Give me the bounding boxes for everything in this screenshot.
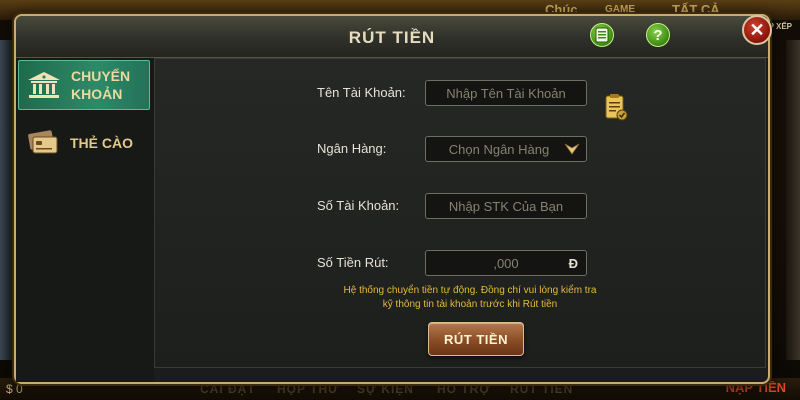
account-number-input[interactable]: Nhập STK Của Bạn <box>425 193 587 219</box>
tab-the-cao-label: THẺ CÀO <box>70 134 144 152</box>
sidebar: CHUYỂN KHOẢN THẺ CÀO <box>16 58 154 382</box>
tab-the-cao-line1: THẺ CÀO <box>70 135 133 151</box>
withdraw-submit-button[interactable]: RÚT TIỀN <box>428 322 524 356</box>
tab-chuyen-khoan-line1: CHUYỂN <box>71 68 131 84</box>
background-left-strip <box>0 40 14 360</box>
chevron-down-icon <box>564 143 580 155</box>
notice-line2: kỹ thông tin tài khoản trước khi Rút tiề… <box>382 299 558 310</box>
tab-chuyen-khoan[interactable]: CHUYỂN KHOẢN <box>18 60 150 110</box>
bank-icon <box>28 72 60 98</box>
withdraw-form-panel: Tên Tài Khoản: Nhập Tên Tài Khoản Ngân H… <box>154 58 766 368</box>
bank-select[interactable]: Chọn Ngân Hàng <box>425 136 587 162</box>
help-button[interactable]: ? <box>646 23 670 47</box>
amount-value: ,000 <box>493 255 519 271</box>
modal-header: RÚT TIỀN ? <box>16 16 768 58</box>
account-number-placeholder: Nhập STK Của Bạn <box>448 198 564 214</box>
bg-nav-hop-thu: HỘP THƯ <box>277 382 340 396</box>
background-right-strip <box>786 40 800 360</box>
tab-the-cao[interactable]: THẺ CÀO <box>18 118 150 168</box>
history-button[interactable] <box>590 23 614 47</box>
close-button[interactable]: ✕ <box>742 15 772 45</box>
history-list-icon <box>595 27 609 43</box>
tab-chuyen-khoan-line2: KHOẢN <box>71 86 123 102</box>
bg-nav-su-kien: SỰ KIỆN <box>357 382 414 396</box>
account-name-placeholder: Nhập Tên Tài Khoản <box>446 85 566 101</box>
bg-nav-rut-tien: RÚT TIỀN <box>510 382 574 396</box>
account-name-input[interactable]: Nhập Tên Tài Khoản <box>425 80 587 106</box>
bank-select-value: Chọn Ngân Hàng <box>448 141 550 157</box>
notice-line1: Hệ thống chuyển tiền tự động. Đồng chí v… <box>343 285 597 296</box>
bg-balance: $ 0 <box>6 382 23 396</box>
paste-clipboard-icon[interactable] <box>604 93 628 121</box>
amount-input[interactable]: ,000 Đ <box>425 250 587 276</box>
bg-nav-ho-tro: HỖ TRỢ <box>437 382 491 396</box>
tab-chuyen-khoan-label: CHUYỂN KHOẢN <box>71 67 145 103</box>
bg-nav-cai-dat: CÀI ĐẶT <box>200 382 256 396</box>
card-icon <box>28 130 58 154</box>
currency-symbol: Đ <box>568 256 578 271</box>
withdraw-modal: RÚT TIỀN ? ✕ CHUYỂN KHOẢN THẺ CÀO Tên Tà… <box>14 14 772 384</box>
